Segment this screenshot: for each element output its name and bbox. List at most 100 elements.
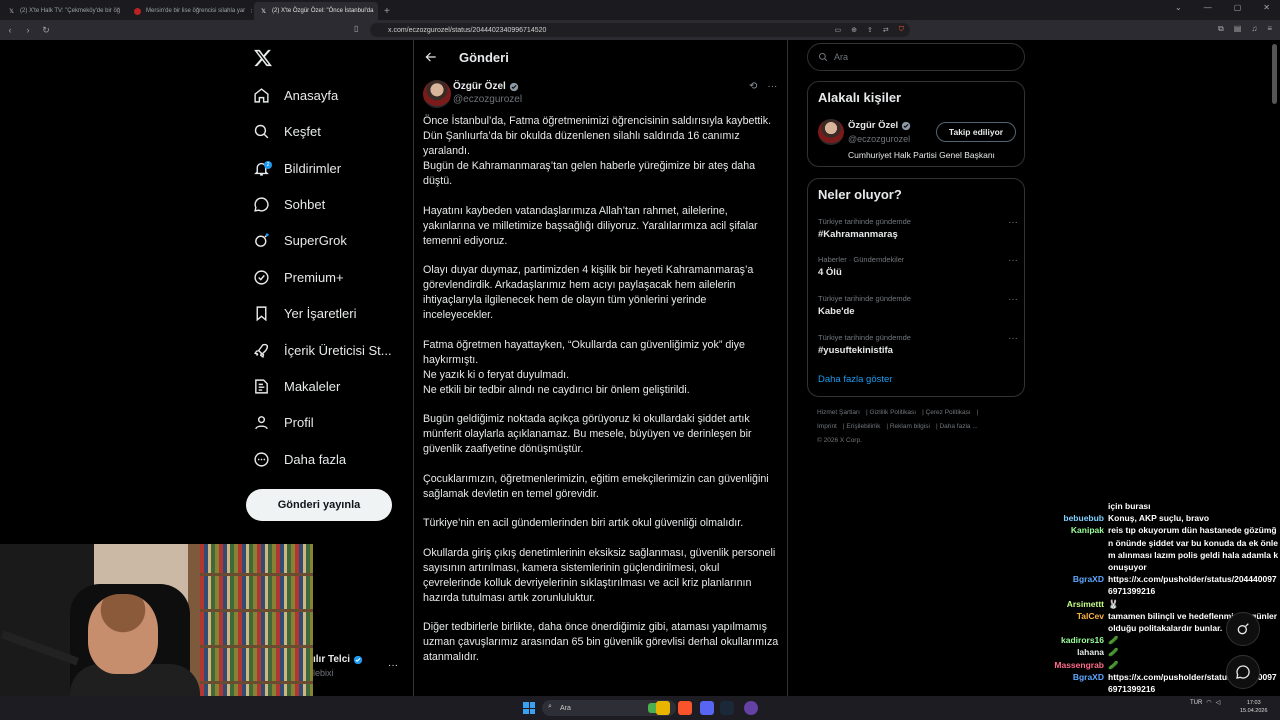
following-button[interactable]: Takip ediliyor (936, 122, 1016, 142)
bookmark-icon (256, 305, 267, 321)
microphone-arm (1, 630, 79, 666)
trend-item[interactable]: Türkiye tarihinde gündemde #Kahramanmara… (818, 217, 1018, 240)
footer-link[interactable]: Hizmet Şartları (817, 409, 860, 416)
news-favicon-icon (134, 7, 141, 15)
x-logo-icon[interactable] (253, 48, 273, 68)
post-paragraph: Çocuklarımızın, öğretmenlerimizin, eğiti… (423, 472, 769, 500)
window-controls: ⌄ — ▢ ✕ (1175, 3, 1270, 12)
grok-float-button[interactable] (1226, 612, 1260, 646)
nav-more[interactable]: Daha fazla (253, 447, 346, 471)
shield-icon[interactable]: ⛉ (899, 26, 904, 34)
footer-link[interactable]: Gizlilik Politikası (869, 409, 916, 416)
account-menu-icon[interactable]: ··· (388, 660, 398, 671)
footer-link[interactable]: Imprint (817, 423, 837, 430)
related-avatar[interactable] (818, 119, 844, 145)
volume-icon[interactable]: ◁ (1216, 699, 1221, 706)
nav-creator-studio[interactable]: İçerik Üreticisi St... (253, 338, 392, 362)
extensions-icon[interactable]: ⧉ (1218, 24, 1224, 34)
related-name[interactable]: Özgür Özel (848, 120, 911, 131)
steam-icon[interactable] (720, 701, 734, 715)
reload-icon[interactable]: ↻ (38, 25, 54, 36)
footer-link[interactable]: Reklam bilgisi (890, 423, 930, 430)
chevron-down-icon[interactable]: ⌄ (1175, 3, 1182, 12)
nav-notifications[interactable]: 2 Bildirimler (253, 156, 341, 180)
more-options-icon[interactable]: ··· (1008, 333, 1018, 344)
x-favicon-icon: 𝕏 (9, 8, 14, 15)
taskbar: ⌕ Ara TUR ◠ ◁ 17:03 15.04.2026 (0, 696, 1280, 720)
wallet-icon[interactable]: ▤ (1234, 24, 1242, 34)
footer-link[interactable]: Erişilebilirlik (846, 423, 880, 430)
more-options-icon[interactable]: ··· (767, 81, 777, 92)
browser-toolbar: ‹ › ↻ ▯ x.com/eczozgurozel/status/204440… (0, 20, 1280, 40)
file-explorer-icon[interactable] (656, 701, 670, 715)
playlist-icon[interactable]: ♫ (1251, 24, 1257, 34)
reader-icon[interactable]: ▭ (835, 26, 842, 34)
zoom-icon[interactable]: ⊕ (851, 26, 857, 34)
chat-icon (254, 196, 269, 212)
nav-chat[interactable]: Sohbet (253, 192, 325, 216)
close-icon[interactable]: ✕ (1263, 3, 1270, 12)
discord-icon[interactable] (700, 701, 714, 715)
nav-premium[interactable]: Premium+ (253, 265, 344, 289)
menu-icon[interactable]: ≡ (1267, 24, 1272, 34)
lang-indicator[interactable]: TUR (1190, 700, 1202, 706)
browser-tab-active[interactable]: 𝕏(2) X'te Özgür Özel: "Önce İstanbul'da✕ (254, 2, 378, 20)
post-paragraph: Olayı duyar duymaz, partimizden 4 kişili… (423, 264, 754, 321)
page-title: Gönderi (459, 50, 509, 65)
brave-browser-icon[interactable] (678, 701, 692, 715)
account-name[interactable]: ılır Telci (313, 654, 363, 665)
windows-start-icon[interactable] (523, 702, 535, 714)
browser-tab[interactable]: Mersin'de bir lise öğrencisi silahla yar… (128, 2, 252, 20)
close-icon[interactable]: ✕ (250, 8, 252, 15)
address-bar[interactable]: x.com/eczozgurozel/status/20444023409967… (370, 23, 910, 37)
clock[interactable]: 17:03 15.04.2026 (1240, 699, 1268, 715)
search-input[interactable]: Ara (807, 43, 1025, 71)
back-icon[interactable]: ‹ (2, 25, 18, 35)
nav-explore[interactable]: Keşfet (253, 119, 321, 143)
nav-articles[interactable]: Makaleler (253, 374, 340, 398)
author-avatar[interactable] (423, 80, 451, 108)
post-button[interactable]: Gönderi yayınla (246, 489, 392, 521)
person-icon (255, 415, 268, 429)
trend-item[interactable]: Türkiye tarihinde gündemde Kabe'de ··· (818, 294, 1018, 317)
post-paragraph: Fatma öğretmen hayattayken, “Okullarda c… (423, 338, 745, 396)
post-paragraph: Önce İstanbul’da, Fatma öğretmenimizi öğ… (423, 115, 772, 187)
wifi-icon[interactable]: ◠ (1206, 699, 1211, 706)
back-arrow-icon[interactable] (424, 50, 438, 64)
nav-home[interactable]: Anasayfa (253, 83, 338, 107)
maximize-icon[interactable]: ▢ (1234, 3, 1242, 12)
nav-bookmarks[interactable]: Yer İşaretleri (253, 301, 357, 325)
chat-message: bebuebub Konuş, AKP suçlu, bravo (1063, 513, 1210, 524)
share-icon[interactable]: ⇪ (867, 26, 873, 34)
close-icon[interactable]: ✕ (125, 8, 126, 15)
footer-link[interactable]: Çerez Politikası (926, 409, 971, 416)
trend-item[interactable]: Haberler · Gündemdekiler 4 Ölü ··· (818, 255, 1018, 278)
trends-card: Neler oluyor? Türkiye tarihinde gündemde… (807, 178, 1025, 397)
author-handle[interactable]: @eczozgurozel (453, 94, 522, 105)
grok-explain-icon[interactable]: ⟲ (749, 81, 757, 92)
chat-message: için burası (1108, 501, 1151, 511)
minimize-icon[interactable]: — (1204, 3, 1212, 12)
scrollbar[interactable] (1272, 44, 1277, 104)
post-paragraph: Türkiye’nin en acil gündemlerinden biri … (423, 517, 744, 529)
author-name[interactable]: Özgür Özel (453, 81, 519, 92)
search-icon: ⌕ (548, 703, 552, 710)
forward-icon[interactable]: › (20, 25, 36, 35)
footer-links: Hizmet Şartları | Gizlilik Politikası | Çe… (817, 409, 979, 444)
obs-icon[interactable] (744, 701, 758, 715)
post-paragraph: Bugün geldiğimiz noktada açıkça görüyoru… (423, 413, 752, 455)
more-options-icon[interactable]: ··· (1008, 217, 1018, 228)
browser-tab[interactable]: 𝕏(2) X'te Halk TV: "Çekmeköy'de bir öğ✕ (2, 2, 126, 20)
nav-profile[interactable]: Profil (253, 410, 314, 434)
new-tab-icon[interactable]: + (384, 2, 390, 20)
x-favicon-icon: 𝕏 (261, 8, 266, 15)
show-more-link[interactable]: Daha fazla göster (818, 374, 892, 385)
more-options-icon[interactable]: ··· (1008, 294, 1018, 305)
bookmark-page-icon[interactable]: ▯ (354, 24, 358, 33)
nav-supergrok[interactable]: SuperGrok (253, 228, 347, 252)
trend-item[interactable]: Türkiye tarihinde gündemde #yusuftekinis… (818, 333, 1018, 356)
translate-icon[interactable]: ⇄ (883, 26, 889, 34)
more-options-icon[interactable]: ··· (1008, 255, 1018, 266)
footer-link[interactable]: Daha fazla ... (939, 423, 977, 430)
messages-float-button[interactable] (1226, 655, 1260, 689)
